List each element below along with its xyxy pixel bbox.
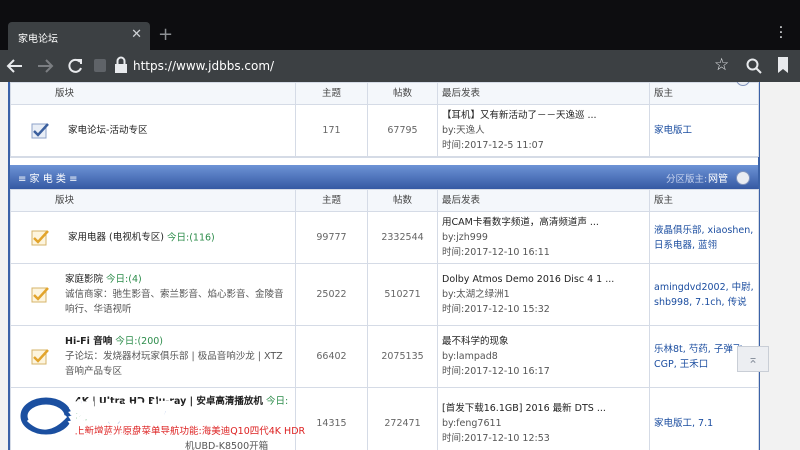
header-forum: 版块 <box>10 82 296 105</box>
forum-new-checkbox-icon <box>31 229 49 245</box>
table-row: 家用电器 (电视机专区) 今日:(116) 99777 2332544 用CAM… <box>10 211 759 264</box>
logo-subtext: JDBBS.COM <box>75 431 173 444</box>
last-post-author[interactable]: by:jzh999 <box>442 230 645 245</box>
category-title[interactable]: ≡ 家 电 类 ≡ <box>18 174 77 185</box>
header-posts: 帖数 <box>367 189 438 212</box>
last-post-time: 时间:2017-12-10 15:32 <box>442 304 550 315</box>
forum-subtext[interactable]: 子论坛：发烧器材玩家俱乐部 | 极品音响沙龙 | XTZ音响产品专区 <box>65 349 291 379</box>
last-post-title[interactable]: Dolby Atmos Demo 2016 Disc 4 1 ... <box>442 272 645 287</box>
last-post-time: 时间:2017-12-5 11:07 <box>442 140 544 151</box>
table-header: 版块 主题 帖数 最后发表 版主 <box>10 82 759 105</box>
forum-link[interactable]: 家用电器 (电视机专区) <box>68 232 164 243</box>
browser-toolbar: https://www.jdbbs.com/ ☆ <box>0 50 800 82</box>
tab-strip: 家电论坛 ✕ + · · · <box>0 0 800 50</box>
forward-icon[interactable] <box>36 58 54 74</box>
site-icon <box>94 59 106 72</box>
activity-table: 版块 主题 帖数 最后发表 版主 家电论坛-活动专区 171 67795 【耳机… <box>10 82 759 157</box>
moderator-link[interactable]: amingdvd2002, 中尉, shb998, 7.1ch, 传说 <box>649 263 759 326</box>
bookmark-star-icon[interactable]: ☆ <box>714 55 729 75</box>
lock-icon[interactable] <box>114 56 128 74</box>
search-icon[interactable] <box>746 58 762 74</box>
logo-text: 家电论坛 <box>68 398 176 430</box>
last-post-title[interactable]: [首发下载16.1GB] 2016 最新 DTS ... <box>442 401 645 416</box>
moderator-link[interactable]: 家电版工 <box>649 104 759 157</box>
today-count: 今日:(200) <box>115 336 163 347</box>
header-topics: 主题 <box>295 82 368 105</box>
moderator-link[interactable]: 液晶俱乐部, xiaoshen, 日系电器, 蓝翎 <box>649 211 759 264</box>
header-posts: 帖数 <box>367 82 438 105</box>
forum-new-checkbox-icon <box>31 286 49 302</box>
last-post-title[interactable]: 最不科学的现象 <box>442 334 645 349</box>
forum-link[interactable]: 家电论坛-活动专区 <box>68 125 147 136</box>
forum-read-checkbox-icon <box>31 122 49 138</box>
category-mod-link[interactable]: 网管 <box>708 170 728 185</box>
bookmark-icon[interactable] <box>776 56 790 74</box>
header-last-post: 最后发表 <box>437 82 650 105</box>
web-page: 版块 主题 帖数 最后发表 版主 家电论坛-活动专区 171 67795 【耳机… <box>0 82 800 450</box>
section-gap <box>10 157 758 165</box>
more-menu-icon[interactable]: · · · <box>778 21 784 45</box>
table-header: 版块 主题 帖数 最后发表 版主 <box>10 189 759 212</box>
topic-count: 171 <box>295 104 368 157</box>
post-count: 510271 <box>367 263 438 326</box>
last-post-title[interactable]: 用CAM卡看数字频道，高清频道声 ... <box>442 215 645 230</box>
forum-link[interactable]: 家庭影院 <box>65 274 103 285</box>
header-topics: 主题 <box>295 189 368 212</box>
header-last-post: 最后发表 <box>437 189 650 212</box>
table-row: 家庭影院 今日:(4) 诚信商家：驰生影音、索兰影音、焰心影音、金陵音响行、华语… <box>10 263 759 326</box>
tab-title: 家电论坛 <box>18 34 58 45</box>
post-count: 272471 <box>367 387 438 450</box>
forum-link[interactable]: Hi-Fi 音响 <box>65 336 112 347</box>
category-bar: ≡ 家 电 类 ≡ 分区版主: 网管 <box>10 165 758 189</box>
header-moderator: 版主 <box>649 189 759 212</box>
last-post-author[interactable]: by:太湖之绿洲1 <box>442 287 645 302</box>
topic-count: 25022 <box>295 263 368 326</box>
post-count: 2075135 <box>367 325 438 388</box>
scroll-to-top-button[interactable]: ⌅ <box>737 346 769 372</box>
close-tab-icon[interactable]: ✕ <box>131 27 142 42</box>
post-count: 67795 <box>367 104 438 157</box>
browser-tab[interactable]: 家电论坛 ✕ <box>8 22 150 50</box>
topic-count: 66402 <box>295 325 368 388</box>
reload-icon[interactable] <box>66 57 84 75</box>
table-row: Hi-Fi 音响 今日:(200) 子论坛：发烧器材玩家俱乐部 | 极品音响沙龙… <box>10 325 759 388</box>
last-post-time: 时间:2017-12-10 16:17 <box>442 366 550 377</box>
header-forum: 版块 <box>10 189 296 212</box>
last-post-time: 时间:2017-12-10 16:11 <box>442 247 550 258</box>
back-icon[interactable] <box>6 58 24 74</box>
collapse-category-icon[interactable] <box>736 171 750 185</box>
address-bar[interactable]: https://www.jdbbs.com/ <box>133 59 274 73</box>
category-mod-label: 分区版主: <box>666 174 708 185</box>
last-post-author[interactable]: by:天逸人 <box>442 123 645 138</box>
today-count: 今日:(116) <box>167 232 215 243</box>
last-post-time: 时间:2017-12-10 12:53 <box>442 433 550 444</box>
forum-new-checkbox-icon <box>31 348 49 364</box>
last-post-title[interactable]: 【耳机】又有新活动了－－天逸巡 ... <box>442 108 645 123</box>
last-post-author[interactable]: by:lampad8 <box>442 349 645 364</box>
topic-count: 14315 <box>295 387 368 450</box>
topic-count: 99777 <box>295 211 368 264</box>
today-count: 今日:(4) <box>106 274 142 285</box>
forum-subtext[interactable]: 诚信商家：驰生影音、索兰影音、焰心影音、金陵音响行、华语视听 <box>65 287 291 317</box>
new-tab-button[interactable]: + <box>158 24 173 45</box>
table-row: 家电论坛-活动专区 171 67795 【耳机】又有新活动了－－天逸巡 ... … <box>10 104 759 157</box>
moderator-link[interactable]: 家电版工, 7.1 <box>649 387 759 450</box>
last-post-author[interactable]: by:feng7611 <box>442 416 645 431</box>
post-count: 2332544 <box>367 211 438 264</box>
jdbbs-watermark-logo: 家电论坛 JDBBS.COM <box>20 397 177 444</box>
